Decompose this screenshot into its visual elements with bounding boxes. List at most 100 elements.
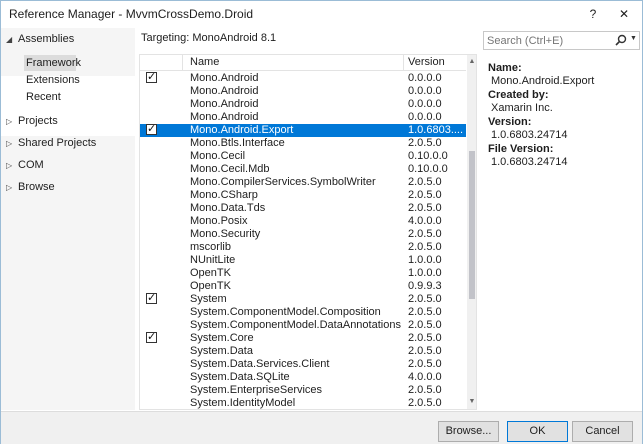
table-row[interactable]: Mono.Android 0.0.0.0: [140, 98, 466, 111]
cell-name: mscorlib: [190, 241, 231, 253]
cell-name: Mono.Cecil: [190, 150, 246, 162]
nav-shared-projects[interactable]: ▷ Shared Projects: [1, 134, 135, 154]
window-title: Reference Manager - MvvmCrossDemo.Droid: [9, 7, 254, 21]
table-row[interactable]: System.Data.Services.Client 2.0.5.0: [140, 358, 466, 371]
cancel-button[interactable]: Cancel: [572, 421, 633, 442]
table-row[interactable]: Mono.Android 0.0.0.0: [140, 85, 466, 98]
nav-assemblies-label: Assemblies: [18, 33, 75, 45]
table-row[interactable]: mscorlib 2.0.5.0: [140, 241, 466, 254]
nav-projects[interactable]: ▷ Projects: [1, 112, 135, 132]
cell-version: 2.0.5.0: [408, 319, 442, 331]
cell-name: Mono.CSharp: [190, 189, 258, 201]
table-row[interactable]: System.Data.SQLite 4.0.0.0: [140, 371, 466, 384]
header-divider[interactable]: [403, 55, 404, 71]
table-row[interactable]: Mono.Btls.Interface 2.0.5.0: [140, 137, 466, 150]
title-bar: Reference Manager - MvvmCrossDemo.Droid …: [1, 1, 642, 27]
column-header-version[interactable]: Version: [408, 56, 445, 68]
scroll-down-icon[interactable]: ▼: [467, 397, 476, 407]
cell-version: 1.0.6803....: [408, 124, 464, 136]
cell-name: OpenTK: [190, 280, 231, 292]
cell-version: 1.0.0.0: [408, 267, 442, 279]
table-row[interactable]: Mono.Data.Tds 2.0.5.0: [140, 202, 466, 215]
nav-framework[interactable]: Framework: [24, 55, 81, 71]
nav-browse-label: Browse: [18, 181, 55, 193]
scroll-thumb[interactable]: [469, 151, 475, 299]
detail-created-value: Xamarin Inc.: [491, 102, 553, 114]
checkmark-icon: ✓: [147, 292, 157, 304]
cell-version: 2.0.5.0: [408, 384, 442, 396]
detail-created-label: Created by:: [488, 89, 549, 101]
search-input[interactable]: [487, 34, 612, 48]
dialog-footer: Browse... OK Cancel: [1, 411, 642, 444]
scroll-up-icon[interactable]: ▲: [467, 57, 476, 67]
table-row[interactable]: Mono.Posix 4.0.0.0: [140, 215, 466, 228]
row-checkbox[interactable]: ✓: [146, 331, 157, 343]
cell-name: Mono.Data.Tds: [190, 202, 266, 214]
search-box[interactable]: ▼: [483, 31, 640, 50]
cell-name: NUnitLite: [190, 254, 236, 266]
nav-extensions[interactable]: Extensions: [24, 72, 124, 88]
help-button[interactable]: ?: [584, 5, 602, 23]
cell-version: 2.0.5.0: [408, 202, 442, 214]
cell-name: System.Data: [190, 345, 253, 357]
nav-browse[interactable]: ▷ Browse: [1, 178, 135, 198]
table-row[interactable]: Mono.Android 0.0.0.0: [140, 111, 466, 124]
row-checkbox[interactable]: ✓: [146, 71, 157, 83]
nav-shared-projects-label: Shared Projects: [18, 137, 97, 149]
table-row[interactable]: ✓ Mono.Android 0.0.0.0: [140, 71, 466, 85]
header-divider[interactable]: [182, 55, 183, 71]
table-row[interactable]: ✓ System.Core 2.0.5.0: [140, 331, 466, 345]
detail-version-label: Version:: [488, 116, 532, 128]
row-checkbox[interactable]: ✓: [146, 123, 157, 135]
cell-name: OpenTK: [190, 267, 231, 279]
cell-version: 2.0.5.0: [408, 228, 442, 240]
browse-button[interactable]: Browse...: [438, 421, 499, 442]
cell-name: Mono.Btls.Interface: [190, 137, 285, 149]
cell-name: System.Core: [190, 332, 254, 344]
table-row[interactable]: OpenTK 1.0.0.0: [140, 267, 466, 280]
nav-assemblies[interactable]: ◢ Assemblies: [1, 30, 135, 50]
cell-version: 0.10.0.0: [408, 150, 448, 162]
table-row[interactable]: Mono.Cecil 0.10.0.0: [140, 150, 466, 163]
search-icon[interactable]: [614, 33, 628, 47]
detail-file-version-value: 1.0.6803.24714: [491, 156, 568, 168]
table-row[interactable]: NUnitLite 1.0.0.0: [140, 254, 466, 267]
chevron-down-icon[interactable]: ▼: [630, 35, 637, 42]
table-row[interactable]: System.Data 2.0.5.0: [140, 345, 466, 358]
row-checkbox[interactable]: ✓: [146, 292, 157, 304]
grid-scrollbar[interactable]: ▲ ▼: [467, 55, 476, 409]
nav-com-label: COM: [18, 159, 44, 171]
table-row[interactable]: Mono.CSharp 2.0.5.0: [140, 189, 466, 202]
nav-com[interactable]: ▷ COM: [1, 156, 135, 176]
table-row[interactable]: System.IdentityModel 2.0.5.0: [140, 397, 466, 409]
targeting-label: Targeting: MonoAndroid 8.1: [141, 32, 277, 44]
cell-version: 2.0.5.0: [408, 176, 442, 188]
cell-name: System.Data.SQLite: [190, 371, 290, 383]
triangle-down-icon[interactable]: ◢: [6, 35, 12, 44]
table-row[interactable]: OpenTK 0.9.9.3: [140, 280, 466, 293]
cell-version: 0.0.0.0: [408, 72, 442, 84]
triangle-right-icon[interactable]: ▷: [6, 139, 12, 148]
table-row[interactable]: System.ComponentModel.DataAnnotations 2.0…: [140, 319, 466, 332]
ok-button[interactable]: OK: [507, 421, 568, 442]
cell-version: 2.0.5.0: [408, 397, 442, 409]
cell-name: Mono.Android: [190, 85, 259, 97]
triangle-right-icon[interactable]: ▷: [6, 161, 12, 170]
detail-version-value: 1.0.6803.24714: [491, 129, 568, 141]
cell-version: 0.0.0.0: [408, 85, 442, 97]
cell-version: 2.0.5.0: [408, 189, 442, 201]
triangle-right-icon[interactable]: ▷: [6, 117, 12, 126]
table-row[interactable]: Mono.CompilerServices.SymbolWriter 2.0.5.…: [140, 176, 466, 189]
column-header-name[interactable]: Name: [190, 56, 219, 68]
table-row[interactable]: ✓ Mono.Android.Export 1.0.6803....: [140, 123, 466, 137]
triangle-right-icon[interactable]: ▷: [6, 183, 12, 192]
checkmark-icon: ✓: [147, 331, 157, 343]
close-button[interactable]: ✕: [615, 5, 633, 23]
table-row[interactable]: Mono.Cecil.Mdb 0.10.0.0: [140, 163, 466, 176]
nav-recent[interactable]: Recent: [24, 89, 124, 105]
table-row[interactable]: System.ComponentModel.Composition 2.0.5.0: [140, 306, 466, 319]
cell-version: 2.0.5.0: [408, 332, 442, 344]
table-row[interactable]: System.EnterpriseServices 2.0.5.0: [140, 384, 466, 397]
table-row[interactable]: ✓ System 2.0.5.0: [140, 292, 466, 306]
table-row[interactable]: Mono.Security 2.0.5.0: [140, 228, 466, 241]
